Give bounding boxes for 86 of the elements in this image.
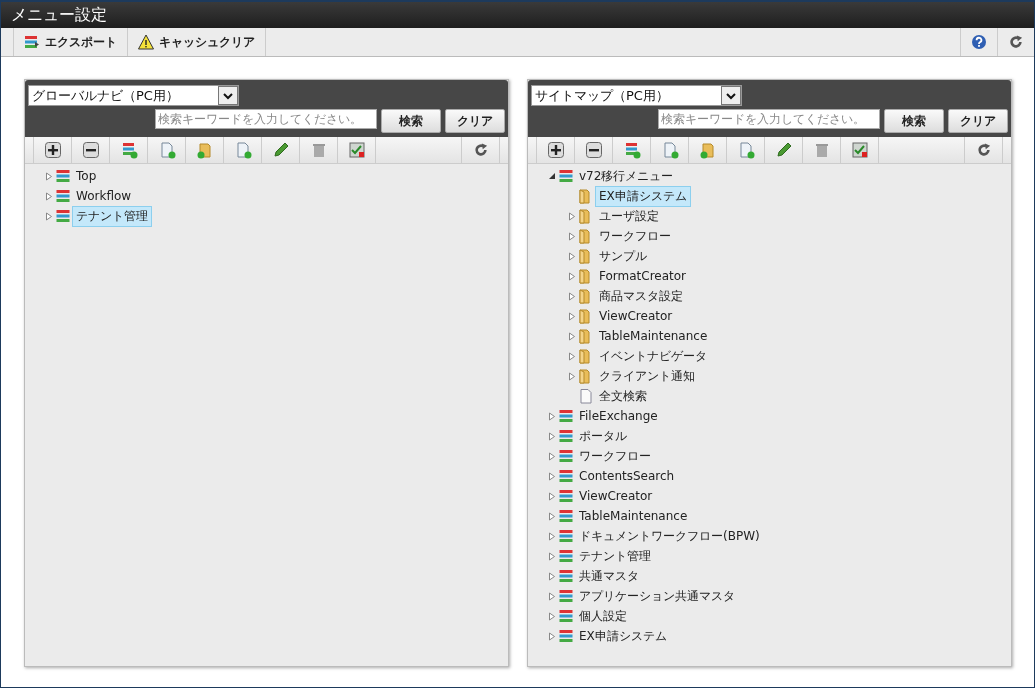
collapsed-triangle-icon[interactable] (568, 331, 576, 341)
tree-item[interactable]: 個人設定 (575, 605, 631, 627)
tree-item[interactable]: TableMaintenance (595, 327, 712, 345)
tree-item[interactable]: EX申請システム (575, 625, 671, 647)
tree-item[interactable]: Workflow (72, 187, 136, 205)
collapsed-triangle-icon[interactable] (548, 431, 556, 441)
menu-list-icon (558, 508, 574, 524)
collapsed-triangle-icon[interactable] (45, 171, 53, 181)
tree-item[interactable]: ViewCreator (575, 487, 657, 505)
collapsed-triangle-icon[interactable] (568, 231, 576, 241)
tree-item[interactable]: アプリケーション共通マスタ (575, 585, 739, 607)
collapsed-triangle-icon[interactable] (568, 291, 576, 301)
menu-list-icon (55, 208, 71, 224)
collapsed-triangle-icon[interactable] (568, 371, 576, 381)
tree-item[interactable]: ドキュメントワークフロー(BPW) (575, 525, 764, 547)
collapsed-triangle-icon[interactable] (548, 611, 556, 621)
tree-item[interactable]: クライアント通知 (595, 365, 699, 387)
menu-list-icon (558, 428, 574, 444)
cache-clear-button[interactable]: キャッシュクリア (127, 28, 266, 56)
menu-list-icon (55, 168, 71, 184)
warning-icon (138, 34, 154, 50)
menu-list-icon (558, 468, 574, 484)
collapsed-triangle-icon[interactable] (548, 471, 556, 481)
menu-list-icon (558, 568, 574, 584)
tree-item[interactable]: 商品マスタ設定 (595, 285, 687, 307)
tree-item[interactable]: 共通マスタ (575, 565, 643, 587)
tree-item[interactable]: ContentsSearch (575, 467, 679, 485)
tree-item[interactable]: v72移行メニュー (575, 165, 678, 187)
collapsed-triangle-icon[interactable] (548, 631, 556, 641)
menu-list-icon (558, 548, 574, 564)
tree-item[interactable]: ViewCreator (595, 307, 677, 325)
collapsed-triangle-icon[interactable] (45, 191, 53, 201)
menu-select[interactable]: サイトマップ（PC用） (531, 85, 742, 106)
tree-item[interactable]: ワークフロー (595, 225, 675, 247)
tree-item[interactable]: TableMaintenance (575, 507, 692, 525)
tree-item[interactable]: 全文検索 (595, 385, 651, 407)
menu-select[interactable]: グローバルナビ（PC用） (28, 85, 239, 106)
tree-item[interactable]: ポータル (575, 425, 631, 447)
menu-list-icon (558, 608, 574, 624)
tree-item[interactable]: イベントナビゲータ (595, 345, 711, 367)
clear-button[interactable]: クリア (948, 109, 1008, 133)
collapsed-triangle-icon[interactable] (548, 591, 556, 601)
window-title: メニュー設定 (11, 4, 107, 26)
tree-item[interactable]: サンプル (595, 245, 651, 267)
search-field[interactable]: 検索キーワードを入力してください。 (155, 109, 377, 129)
menu-list-icon (558, 588, 574, 604)
search-field[interactable]: 検索キーワードを入力してください。 (658, 109, 880, 129)
tree-item[interactable]: テナント管理 (575, 545, 655, 567)
tree-item[interactable]: ユーザ設定 (595, 205, 663, 227)
menu-list-icon (55, 188, 71, 204)
caret-icon (218, 86, 238, 105)
page-icon (578, 388, 594, 404)
collapsed-triangle-icon[interactable] (548, 491, 556, 501)
tree-item[interactable]: Top (72, 167, 101, 185)
collapsed-triangle-icon[interactable] (568, 311, 576, 321)
collapsed-triangle-icon[interactable] (548, 511, 556, 521)
menu-list-icon (558, 488, 574, 504)
menu-list-icon (558, 628, 574, 644)
tree-item[interactable]: FileExchange (575, 407, 662, 425)
collapsed-triangle-icon[interactable] (548, 411, 556, 421)
collapsed-triangle-icon[interactable] (548, 571, 556, 581)
search-button[interactable]: 検索 (884, 109, 944, 133)
collapsed-triangle-icon[interactable] (568, 271, 576, 281)
collapsed-triangle-icon[interactable] (45, 211, 53, 221)
refresh-icon[interactable] (461, 137, 500, 163)
collapsed-triangle-icon[interactable] (548, 531, 556, 541)
collapsed-triangle-icon[interactable] (548, 451, 556, 461)
tree-item[interactable]: FormatCreator (595, 267, 691, 285)
menu-list-icon (558, 408, 574, 424)
collapsed-triangle-icon[interactable] (568, 351, 576, 361)
collapsed-triangle-icon[interactable] (568, 211, 576, 221)
collapsed-triangle-icon[interactable] (548, 551, 556, 561)
tree-item[interactable]: ワークフロー (575, 445, 655, 467)
menu-list-icon (558, 448, 574, 464)
expanded-triangle-icon[interactable] (548, 172, 556, 180)
collapsed-triangle-icon[interactable] (568, 251, 576, 261)
tree-item[interactable]: テナント管理 (72, 205, 152, 227)
refresh-icon[interactable] (964, 137, 1003, 163)
caret-icon (721, 86, 741, 105)
tree-item[interactable]: EX申請システム (595, 185, 691, 207)
clear-button[interactable]: クリア (445, 109, 505, 133)
export-list-icon (24, 34, 40, 50)
menu-list-icon (558, 528, 574, 544)
menu-list-icon (558, 168, 574, 184)
search-button[interactable]: 検索 (381, 109, 441, 133)
export-button[interactable]: エクスポート (13, 28, 128, 56)
